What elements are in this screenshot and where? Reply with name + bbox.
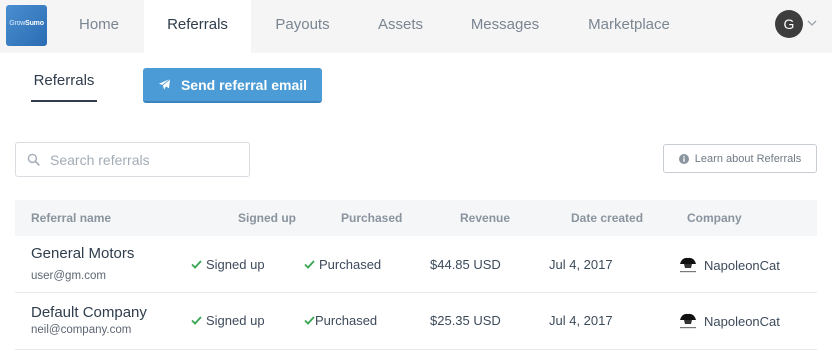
check-icon	[191, 260, 202, 269]
search-input[interactable]	[50, 151, 240, 168]
table-header: Referral name Signed up Purchased Revenu…	[15, 200, 817, 236]
referral-email: neil@company.com	[31, 324, 132, 336]
nav-item-messages[interactable]: Messages	[447, 0, 563, 53]
signed-up-status: Signed up	[191, 313, 265, 328]
nav-item-referrals[interactable]: Referrals	[144, 0, 251, 53]
learn-about-referrals-label: Learn about Referrals	[694, 152, 802, 165]
napoleoncat-logo-icon	[680, 313, 696, 329]
search-icon	[27, 153, 40, 166]
table-row[interactable]: General Motors user@gm.com Signed up Pur…	[15, 236, 817, 293]
nav-item-marketplace[interactable]: Marketplace	[563, 0, 695, 53]
user-avatar[interactable]: G	[775, 10, 803, 38]
company-name: NapoleonCat	[704, 314, 780, 329]
company-cell[interactable]: NapoleonCat	[677, 311, 780, 331]
purchased-status: Purchased	[304, 257, 381, 272]
info-circle-icon	[678, 153, 689, 164]
search-box[interactable]	[15, 142, 250, 177]
referral-email: user@gm.com	[31, 270, 106, 282]
send-referral-email-button[interactable]: Send referral email	[143, 68, 322, 103]
check-icon	[304, 316, 315, 325]
date-created-value: Jul 4, 2017	[549, 313, 613, 328]
revenue-value: $44.85 USD	[430, 257, 501, 272]
nav-item-payouts[interactable]: Payouts	[251, 0, 354, 53]
napoleoncat-logo-icon	[680, 257, 696, 273]
revenue-value: $25.35 USD	[430, 313, 501, 328]
column-header-purchased[interactable]: Purchased	[341, 200, 402, 236]
column-header-revenue[interactable]: Revenue	[460, 200, 510, 236]
referral-name[interactable]: Default Company	[31, 304, 147, 321]
table-row[interactable]: Default Company neil@company.com Signed …	[15, 293, 817, 350]
check-icon	[191, 316, 202, 325]
date-created-value: Jul 4, 2017	[549, 257, 613, 272]
signed-up-status: Signed up	[191, 257, 265, 272]
paper-plane-icon	[158, 78, 171, 90]
column-header-date-created[interactable]: Date created	[571, 200, 643, 236]
app-logo[interactable]: GrowSumo	[6, 5, 47, 46]
top-navigation: GrowSumo Home Referrals Payouts Assets M…	[0, 0, 832, 53]
nav-item-home[interactable]: Home	[48, 0, 150, 53]
purchased-status: Purchased	[304, 313, 377, 328]
nav-item-assets[interactable]: Assets	[354, 0, 447, 53]
company-name: NapoleonCat	[704, 258, 780, 273]
chevron-down-icon[interactable]	[806, 17, 818, 29]
learn-about-referrals-button[interactable]: Learn about Referrals	[663, 144, 817, 173]
check-icon	[304, 260, 315, 269]
tab-referrals[interactable]: Referrals	[31, 72, 97, 102]
referral-name[interactable]: General Motors	[31, 245, 134, 262]
company-cell[interactable]: NapoleonCat	[677, 255, 780, 275]
column-header-referral-name[interactable]: Referral name	[31, 200, 111, 236]
column-header-signed-up[interactable]: Signed up	[238, 200, 296, 236]
logo-text: GrowSumo	[9, 20, 44, 27]
column-header-company[interactable]: Company	[687, 200, 742, 236]
send-referral-email-label: Send referral email	[180, 76, 308, 93]
